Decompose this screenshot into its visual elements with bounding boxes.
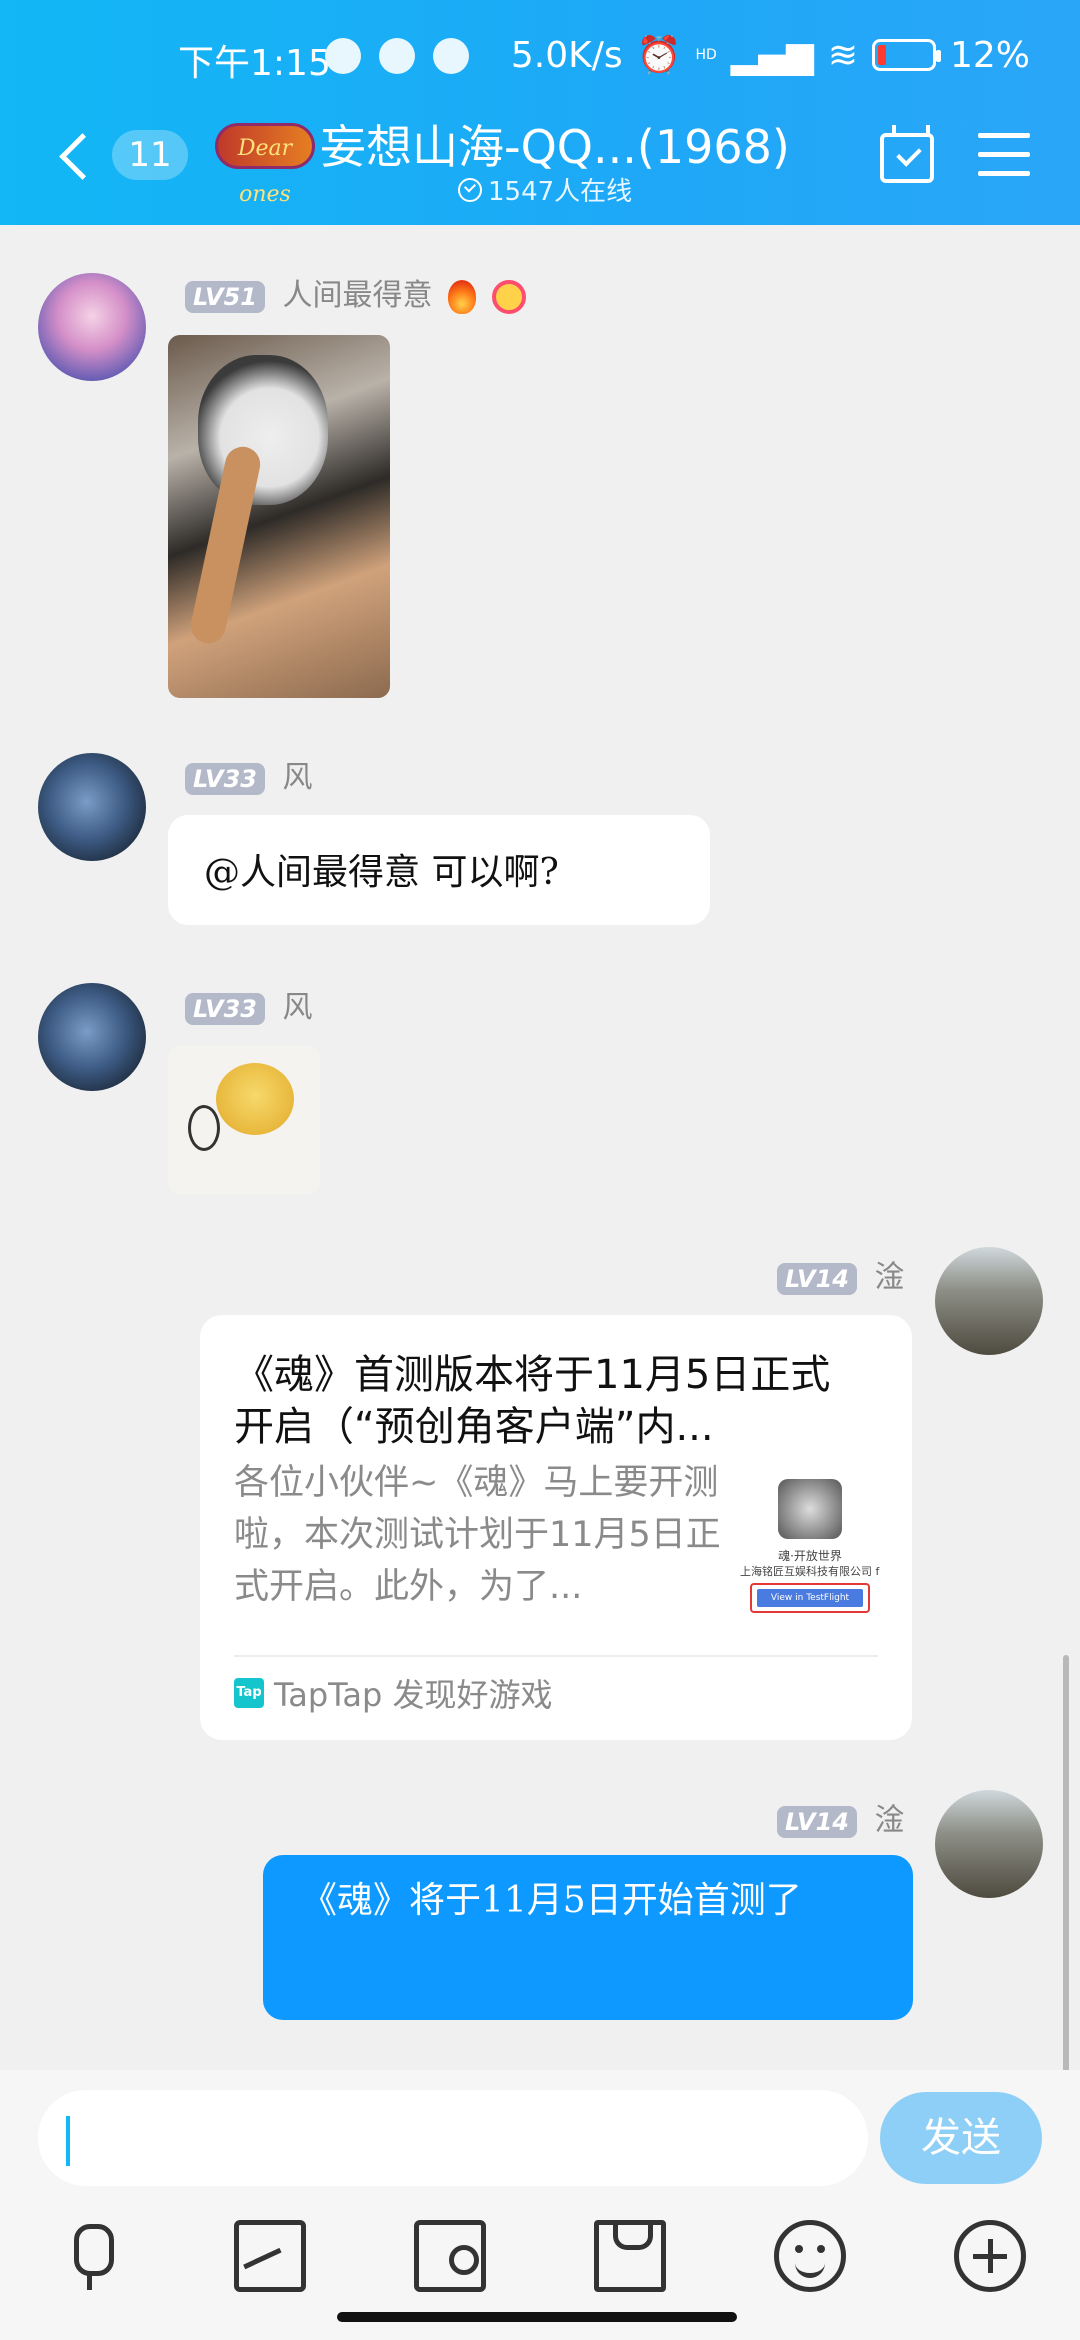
online-status: 1547人在线 xyxy=(458,171,632,208)
message-input[interactable] xyxy=(38,2090,868,2186)
link-card[interactable]: 《魂》首测版本将于11月5日正式开启（“预创角客户端”内... 各位小伙伴~《魂… xyxy=(200,1315,912,1740)
group-logo: Dear ones xyxy=(215,123,315,207)
calendar-check-icon[interactable] xyxy=(880,125,934,183)
title-bar: 11 Dear ones 妄想山海-QQ...(1968) 1547人在线 xyxy=(0,105,1080,215)
sender-nickname: 淦 xyxy=(874,1803,905,1838)
hd-label: HD xyxy=(695,47,717,63)
map-notification-icon xyxy=(379,38,415,74)
message-bubble[interactable]: 《魂》将于11月5日开始首测了 xyxy=(263,1855,913,2020)
mic-icon[interactable] xyxy=(54,2220,126,2292)
husky-photo[interactable] xyxy=(168,335,390,698)
testflight-label: View in TestFlight xyxy=(757,1589,863,1607)
sender-name: LV33 风 xyxy=(185,752,313,796)
header-bar: 下午1:15 5.0K/s ⏰ HD ▂▄▆ ≋ 12% 11 Dear one… xyxy=(0,0,1080,225)
status-bar: 下午1:15 5.0K/s ⏰ HD ▂▄▆ ≋ 12% xyxy=(0,30,1080,90)
card-source-text: TapTap 发现好游戏 xyxy=(274,1676,553,1714)
sender-name: LV33 风 xyxy=(185,982,313,1026)
battery-percent: 12% xyxy=(949,34,1030,76)
testflight-button: View in TestFlight xyxy=(750,1583,870,1613)
battery-icon xyxy=(871,39,941,71)
card-divider xyxy=(234,1655,878,1657)
red-packet-icon[interactable] xyxy=(594,2220,666,2292)
smiley-badge-icon xyxy=(491,279,526,314)
card-source: Tap TapTap 发现好游戏 xyxy=(234,1670,553,1716)
message-text: 《魂》将于11月5日开始首测了 xyxy=(301,1880,802,1921)
avatar[interactable] xyxy=(38,753,146,861)
app-icon xyxy=(778,1479,842,1539)
home-indicator[interactable] xyxy=(337,2312,737,2322)
thumb-title: 魂·开放世界 xyxy=(778,1549,842,1563)
menu-icon[interactable] xyxy=(978,133,1030,177)
network-speed: 5.0K/s xyxy=(510,34,623,76)
online-count: 1547人在线 xyxy=(488,177,633,207)
online-check-icon xyxy=(458,177,482,202)
chat-area[interactable]: LV51 人间最得意 LV33 风 @人间最得意 可以啊? LV33 风 LV1… xyxy=(0,225,1080,2295)
thumb-subtitle: 上海铭匠互娱科技有限公司 for iOS xyxy=(740,1565,880,1578)
text-caret xyxy=(66,2116,70,2166)
message-bubble[interactable]: @人间最得意 可以啊? xyxy=(168,815,710,925)
send-button[interactable]: 发送 xyxy=(880,2092,1042,2184)
signal-icon: ▂▄▆ xyxy=(730,34,814,76)
input-area: 发送 xyxy=(0,2070,1080,2340)
plus-icon[interactable] xyxy=(954,2220,1026,2292)
wifi-icon: ≋ xyxy=(827,34,858,76)
camera-icon[interactable] xyxy=(414,2220,486,2292)
card-thumbnail: 魂·开放世界 上海铭匠互娱科技有限公司 for iOS View in Test… xyxy=(740,1475,880,1625)
card-description: 各位小伙伴~《魂》马上要开测啦，本次测试计划于11月5日正式开启。此外，为了..… xyxy=(234,1463,721,1607)
avatar[interactable] xyxy=(935,1790,1043,1898)
sender-nickname: 风 xyxy=(282,990,313,1025)
notification-icons xyxy=(325,38,469,74)
status-time: 下午1:15 xyxy=(178,43,331,84)
avatar[interactable] xyxy=(38,273,146,381)
level-badge: LV51 xyxy=(185,280,265,313)
sticker-image[interactable] xyxy=(168,1045,320,1195)
input-toolbar xyxy=(0,2220,1080,2300)
app-notification-icon xyxy=(325,38,361,74)
sender-nickname: 人间最得意 xyxy=(282,278,433,313)
image-icon[interactable] xyxy=(234,2220,306,2292)
level-badge: LV33 xyxy=(185,762,265,795)
level-badge: LV14 xyxy=(777,1805,857,1838)
status-right: 5.0K/s ⏰ HD ▂▄▆ ≋ 12% xyxy=(510,34,1030,77)
sender-nickname: 风 xyxy=(282,760,313,795)
avatar[interactable] xyxy=(935,1247,1043,1355)
sender-name: LV14 淦 xyxy=(777,1252,905,1296)
group-name[interactable]: 妄想山海-QQ...(1968) xyxy=(320,111,790,177)
sender-nickname: 淦 xyxy=(874,1260,905,1295)
sender-name: LV14 淦 xyxy=(777,1795,905,1839)
fire-icon xyxy=(448,279,477,314)
emoji-icon[interactable] xyxy=(774,2220,846,2292)
back-button[interactable] xyxy=(58,130,98,180)
level-badge: LV33 xyxy=(185,992,265,1025)
avatar[interactable] xyxy=(38,983,146,1091)
card-title: 《魂》首测版本将于11月5日正式开启（“预创角客户端”内... xyxy=(234,1352,831,1450)
alarm-icon: ⏰ xyxy=(636,35,682,76)
browser-notification-icon xyxy=(433,38,469,74)
sender-name: LV51 人间最得意 xyxy=(185,270,526,314)
taptap-icon: Tap xyxy=(234,1678,264,1708)
message-text: @人间最得意 可以啊? xyxy=(204,852,559,893)
level-badge: LV14 xyxy=(777,1262,857,1295)
unread-count-badge[interactable]: 11 xyxy=(112,130,188,180)
